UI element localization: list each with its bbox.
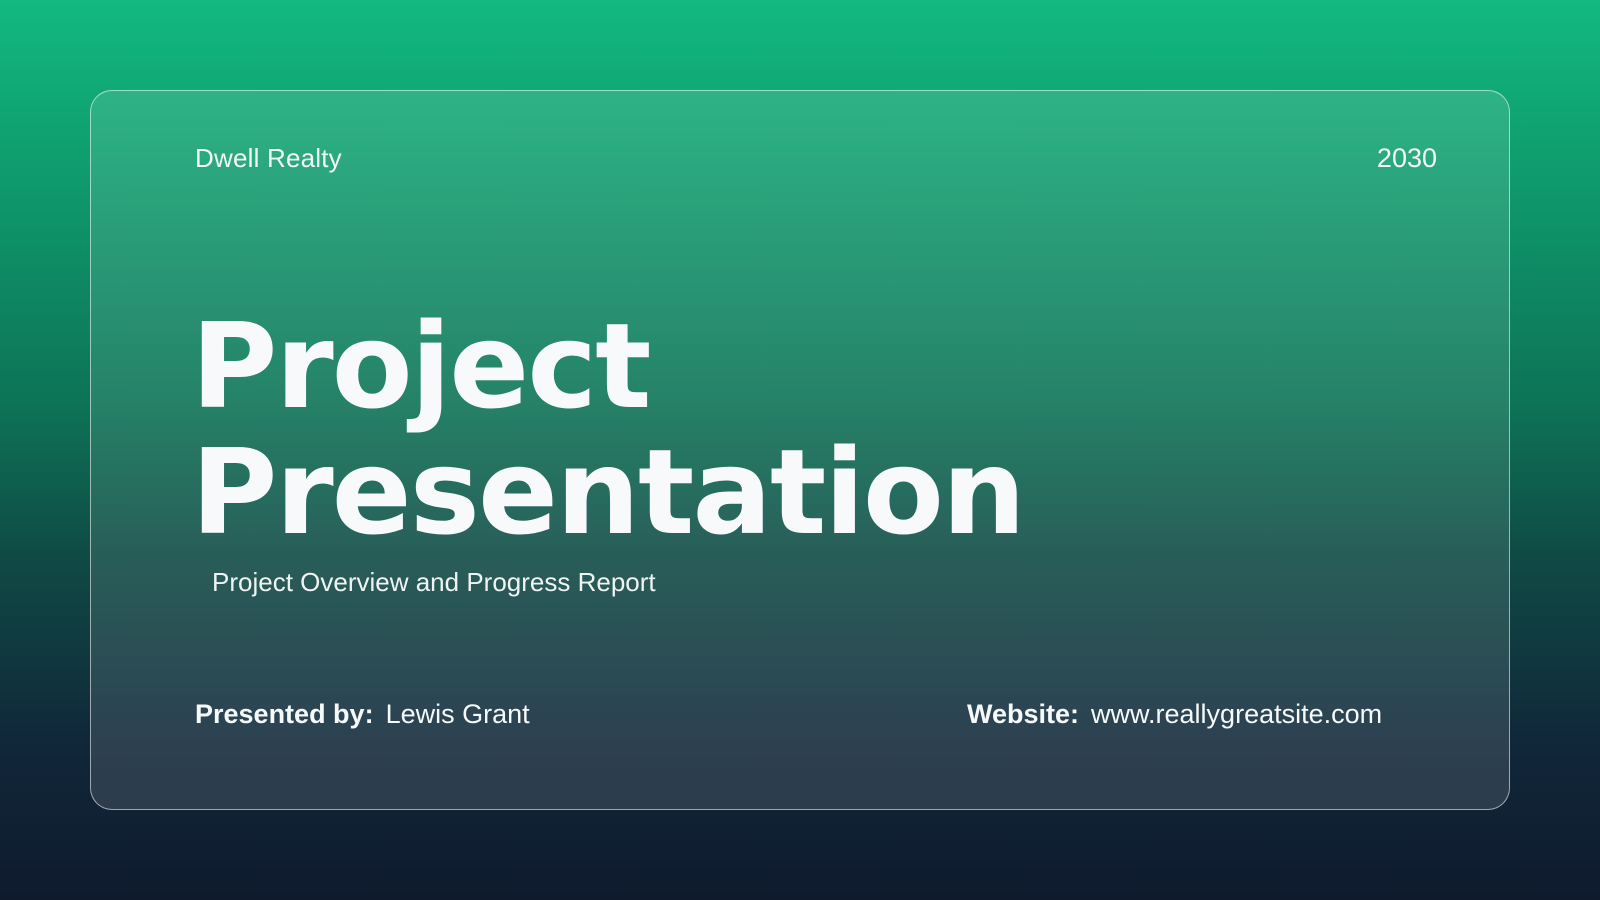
page-title: Project Presentation [191,297,1026,561]
title-line-1: Project [191,297,652,435]
year-label: 2030 [1376,143,1437,173]
slide-card: Dwell Realty 2030 Project Presentation P… [90,90,1510,810]
presenter-label: Presented by: [195,699,374,729]
subtitle: Project Overview and Progress Report [212,567,656,597]
website-link[interactable]: www.reallygreatsite.com [1091,699,1382,729]
presenter-info: Presented by: Lewis Grant [195,699,530,730]
title-line-2: Presentation [191,423,1026,561]
website-label: Website: [967,699,1080,729]
brand-name: Dwell Realty [195,143,342,173]
website-info: Website: www.reallygreatsite.com [967,699,1382,730]
presenter-name: Lewis Grant [385,699,530,729]
